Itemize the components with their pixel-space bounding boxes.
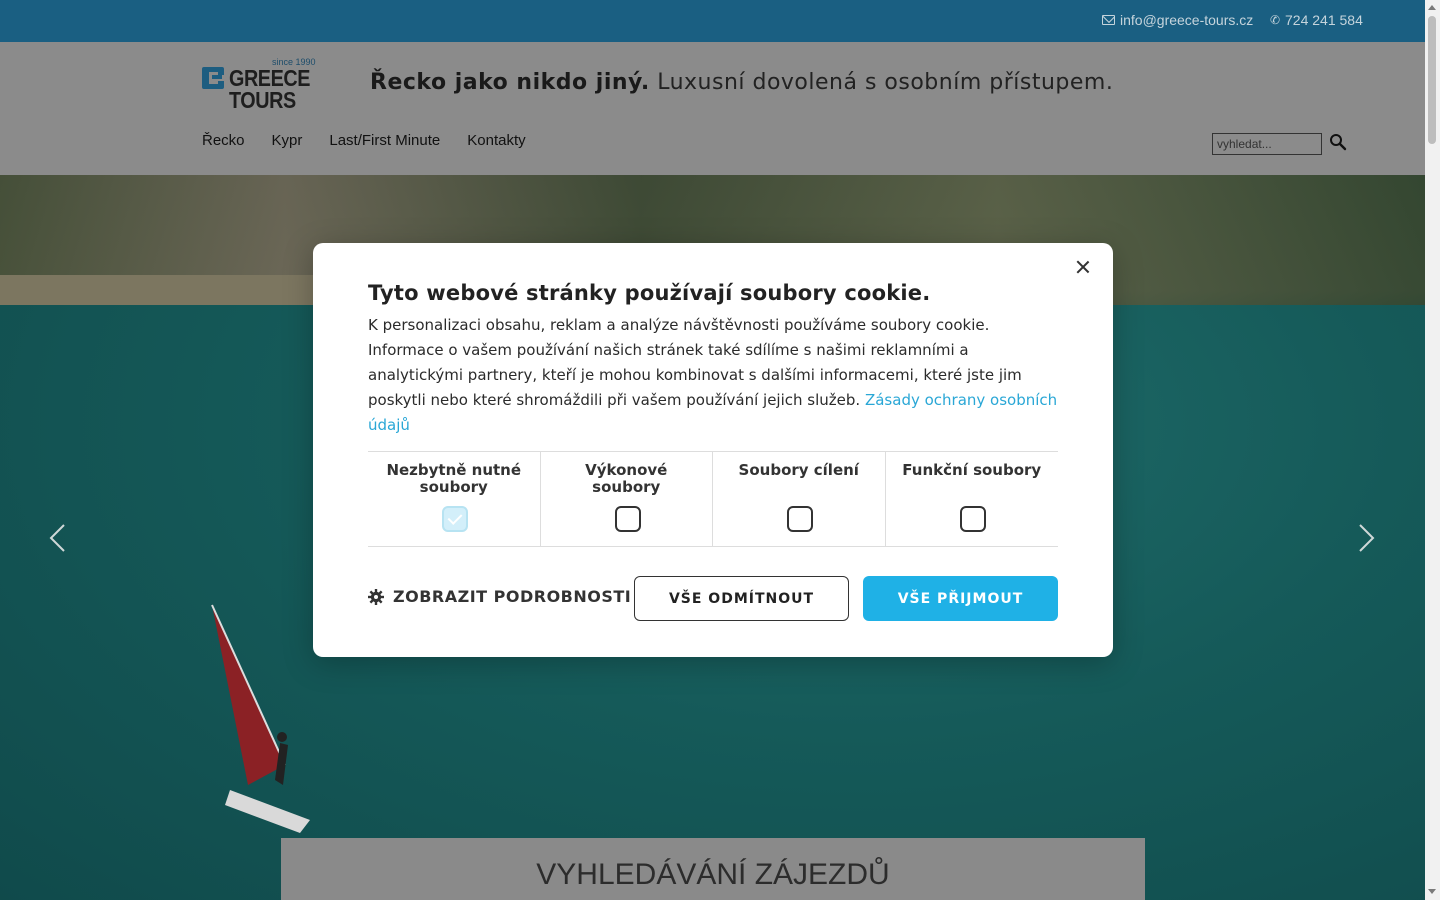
scrollbar-thumb[interactable] — [1428, 16, 1436, 144]
cookie-consent-dialog: Tyto webové stránky používají soubory co… — [313, 243, 1113, 657]
category-functional: Funkční soubory — [886, 452, 1059, 546]
category-performance: Výkonové soubory — [541, 452, 713, 546]
cookie-description: K personalizaci obsahu, reklam a analýze… — [368, 313, 1068, 438]
category-necessary: Nezbytně nutné soubory — [368, 452, 541, 546]
targeting-checkbox[interactable] — [787, 506, 813, 532]
page-scrollbar[interactable] — [1425, 0, 1440, 900]
show-details-label: ZOBRAZIT PODROBNOSTI — [393, 587, 632, 606]
category-label: Výkonové soubory — [585, 461, 668, 496]
show-details-button[interactable]: ZOBRAZIT PODROBNOSTI — [368, 587, 631, 606]
category-label: Soubory cílení — [738, 461, 859, 479]
close-icon[interactable] — [1074, 258, 1092, 276]
necessary-checkbox[interactable] — [442, 506, 468, 532]
gear-icon — [368, 588, 384, 605]
cookie-categories: Nezbytně nutné soubory Výkonové soubory … — [368, 451, 1058, 547]
scroll-up-icon[interactable] — [1428, 5, 1436, 10]
category-label: Funkční soubory — [902, 461, 1042, 479]
category-targeting: Soubory cílení — [713, 452, 886, 546]
accept-all-button[interactable]: VŠE PŘIJMOUT — [863, 576, 1058, 621]
category-label: Nezbytně nutné soubory — [386, 461, 522, 496]
scroll-down-icon[interactable] — [1428, 889, 1436, 894]
functional-checkbox[interactable] — [959, 506, 986, 532]
reject-all-button[interactable]: VŠE ODMÍTNOUT — [634, 576, 849, 621]
cookie-title: Tyto webové stránky používají soubory co… — [368, 281, 931, 305]
performance-checkbox[interactable] — [614, 506, 641, 532]
